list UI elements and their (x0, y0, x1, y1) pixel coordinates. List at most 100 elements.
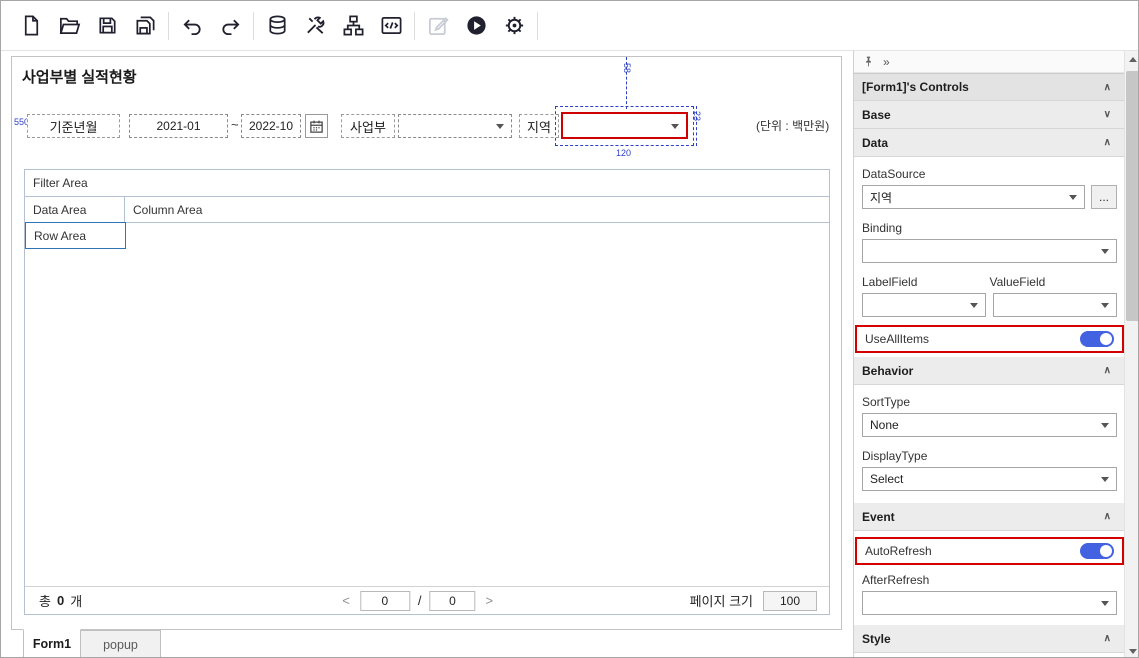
displaytype-select[interactable]: Select (862, 467, 1117, 491)
displaytype-label: DisplayType (862, 449, 1117, 463)
useallitems-row: UseAllItems (855, 325, 1124, 353)
labelfield-label: LabelField (862, 275, 990, 289)
tab-popup[interactable]: popup (81, 630, 161, 658)
measure-right-gap: 23 (692, 111, 702, 121)
run-button[interactable] (457, 6, 495, 46)
next-page-icon[interactable]: > (484, 593, 496, 608)
data-section-body: DataSource 지역 ... Binding LabelField Val… (854, 157, 1125, 357)
filter-area-cell[interactable]: Filter Area (25, 170, 829, 197)
date-to-input[interactable] (241, 114, 301, 138)
section-style-label: Style (862, 632, 891, 646)
chevron-down-icon (1069, 195, 1077, 200)
chevron-down-icon (1101, 423, 1109, 428)
section-event[interactable]: Event ∧ (854, 503, 1125, 531)
database-icon (266, 14, 289, 37)
save-all-button[interactable] (126, 6, 164, 46)
displaytype-value: Select (870, 472, 903, 486)
form-canvas: 사업부별 실적현황 58 550 기준년월 ~ 사업부 지역 23 120 (단… (11, 56, 842, 630)
code-button[interactable] (372, 6, 410, 46)
chevron-down-icon (671, 124, 679, 129)
tab-form1[interactable]: Form1 (23, 629, 81, 658)
datasource-select[interactable]: 지역 (862, 185, 1085, 209)
afterrefresh-select[interactable] (862, 591, 1117, 615)
chevron-down-icon (1101, 249, 1109, 254)
chevron-down-icon (1101, 477, 1109, 482)
total-suffix: 개 (70, 591, 82, 610)
current-page-input[interactable] (360, 591, 410, 611)
calendar-button[interactable] (305, 114, 328, 138)
pin-icon[interactable] (862, 55, 875, 68)
useallitems-label: UseAllItems (865, 332, 929, 346)
toolbar (1, 1, 1138, 51)
division-label-control[interactable]: 사업부 (341, 114, 395, 138)
useallitems-toggle[interactable] (1080, 331, 1114, 347)
chevron-up-icon: ∧ (1104, 511, 1111, 522)
scroll-down-icon (1129, 649, 1137, 654)
collapse-panel-icon[interactable]: » (883, 55, 890, 69)
section-data[interactable]: Data ∧ (854, 129, 1125, 157)
valuefield-select[interactable] (993, 293, 1117, 317)
binding-label: Binding (862, 221, 1117, 235)
section-behavior[interactable]: Behavior ∧ (854, 357, 1125, 385)
autorefresh-row: AutoRefresh (855, 537, 1124, 565)
date-from-input[interactable] (129, 114, 228, 138)
page-size-group: 페이지 크기 (690, 591, 817, 611)
division-dropdown[interactable] (398, 114, 512, 138)
settings-button[interactable] (495, 6, 533, 46)
row-area-cell[interactable]: Row Area (25, 222, 126, 249)
region-dropdown-selected[interactable] (561, 112, 688, 139)
afterrefresh-label: AfterRefresh (862, 573, 1117, 587)
total-pages-input[interactable] (430, 591, 476, 611)
scroll-down-button[interactable] (1125, 643, 1139, 658)
datasource-value: 지역 (870, 189, 892, 206)
scroll-up-icon (1129, 57, 1137, 62)
sitemap-button[interactable] (334, 6, 372, 46)
edit-button[interactable] (419, 6, 457, 46)
section-style[interactable]: Style ∧ (854, 625, 1125, 653)
data-area-cell[interactable]: Data Area (25, 197, 125, 222)
sorttype-select[interactable]: None (862, 413, 1117, 437)
scrollbar-thumb[interactable] (1126, 71, 1139, 321)
column-area-cell[interactable]: Column Area (125, 197, 829, 222)
controls-header[interactable]: [Form1]'s Controls ∧ (854, 73, 1125, 101)
chevron-up-icon: ∧ (1104, 82, 1111, 93)
open-folder-button[interactable] (50, 6, 88, 46)
save-button[interactable] (88, 6, 126, 46)
section-behavior-label: Behavior (862, 364, 913, 378)
page-size-input[interactable] (763, 591, 817, 611)
binding-select[interactable] (862, 239, 1117, 263)
tools-button[interactable] (296, 6, 334, 46)
pivot-grid: Filter Area Data Area Column Area Row Ar… (24, 169, 830, 615)
chevron-up-icon: ∧ (1104, 633, 1111, 644)
measure-top-offset: 58 (622, 63, 632, 73)
redo-button[interactable] (211, 6, 249, 46)
pivot-header-row: Data Area Column Area (25, 197, 829, 223)
section-data-label: Data (862, 136, 888, 150)
panel-scrollbar[interactable] (1124, 51, 1139, 658)
new-document-button[interactable] (12, 6, 50, 46)
sorttype-value: None (870, 418, 899, 432)
section-base[interactable]: Base ∨ (854, 101, 1125, 129)
undo-icon (181, 14, 204, 37)
tools-icon (304, 14, 327, 37)
properties-panel: » [Form1]'s Controls ∧ Base ∨ Data ∧ Dat… (853, 51, 1139, 658)
autorefresh-toggle[interactable] (1080, 543, 1114, 559)
scroll-up-button[interactable] (1125, 51, 1139, 67)
region-label-control[interactable]: 지역 (519, 114, 559, 138)
measure-control-width: 120 (616, 148, 631, 158)
section-base-label: Base (862, 108, 891, 122)
sitemap-icon (342, 14, 365, 37)
period-label-control[interactable]: 기준년월 (27, 114, 120, 138)
undo-button[interactable] (173, 6, 211, 46)
total-count-group: 총 0 개 (39, 591, 82, 610)
save-all-icon (134, 14, 157, 37)
app-window: 사업부별 실적현황 58 550 기준년월 ~ 사업부 지역 23 120 (단… (0, 0, 1139, 658)
datasource-more-button[interactable]: ... (1091, 185, 1117, 209)
pager-bar: 총 0 개 < / > 페이지 크기 (25, 586, 829, 614)
toolbar-separator (414, 12, 415, 40)
labelfield-select[interactable] (862, 293, 986, 317)
chevron-down-icon (496, 124, 504, 129)
toolbar-separator (537, 12, 538, 40)
database-button[interactable] (258, 6, 296, 46)
prev-page-icon[interactable]: < (340, 593, 352, 608)
